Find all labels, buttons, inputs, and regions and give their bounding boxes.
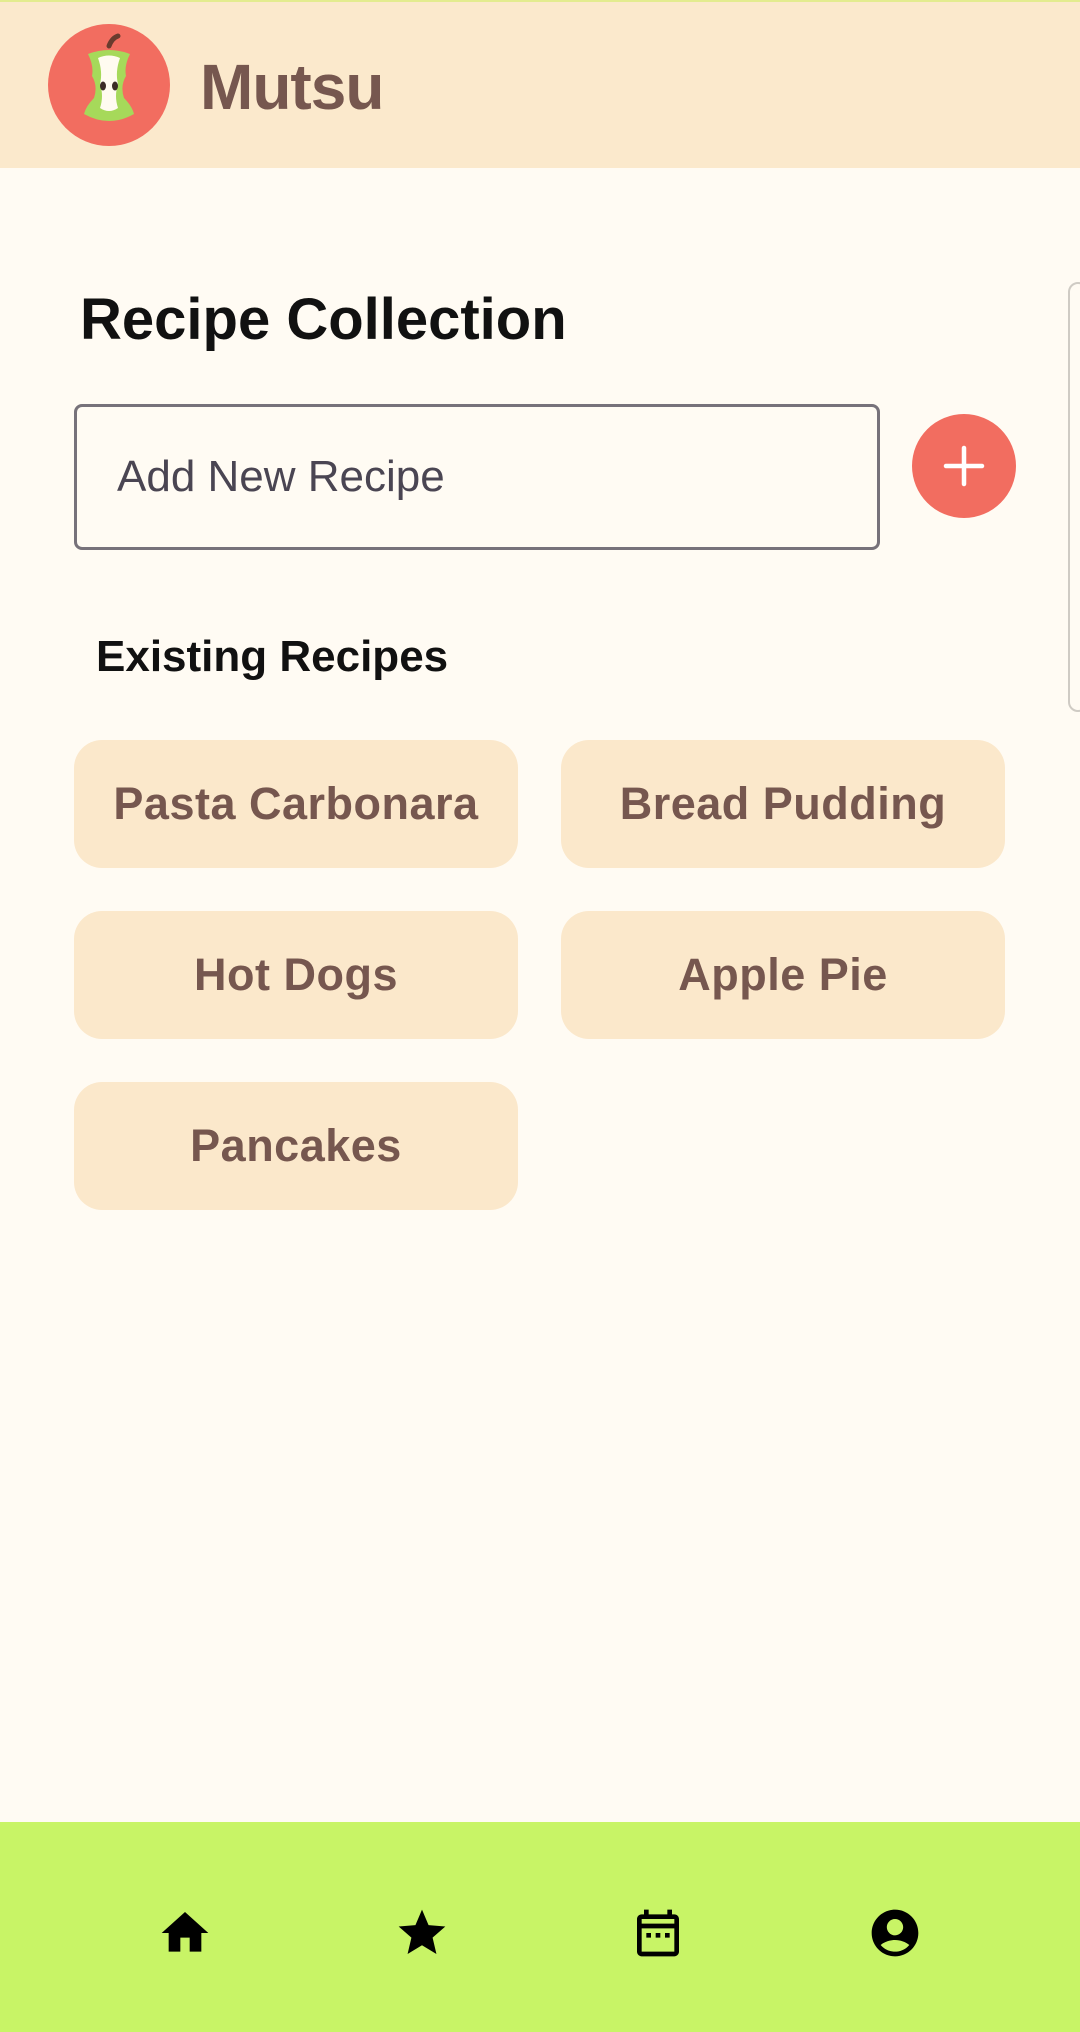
recipe-chip-label: Apple Pie	[678, 949, 888, 1000]
scroll-edge-indicator	[1068, 282, 1080, 712]
star-icon	[398, 1909, 446, 1954]
recipe-chip[interactable]: Bread Pudding	[561, 740, 1005, 868]
add-recipe-input[interactable]	[74, 404, 880, 550]
nav-calendar[interactable]	[540, 1822, 776, 2032]
bottom-navigation	[0, 1822, 1080, 2032]
recipe-chip-label: Hot Dogs	[194, 949, 398, 1000]
add-recipe-button[interactable]	[912, 414, 1016, 518]
calendar-icon	[637, 1909, 679, 1957]
apple-core-icon	[48, 24, 170, 146]
recipe-chip[interactable]: Pancakes	[74, 1082, 518, 1210]
recipe-chip[interactable]: Hot Dogs	[74, 911, 518, 1039]
recipe-chip-label: Bread Pudding	[619, 778, 947, 829]
nav-favorites[interactable]	[304, 1822, 540, 2032]
recipe-chip[interactable]: Pasta Carbonara	[74, 740, 518, 868]
section-title: Existing Recipes	[96, 632, 449, 681]
app-header: Mutsu	[0, 0, 1080, 168]
home-icon	[161, 1912, 209, 1952]
recipe-chip-label: Pasta Carbonara	[113, 778, 479, 829]
nav-home[interactable]	[67, 1822, 303, 2032]
app-title: Mutsu	[200, 51, 384, 123]
recipe-chip-label: Pancakes	[190, 1120, 402, 1171]
plus-icon	[943, 445, 985, 487]
account-icon	[871, 1909, 919, 1957]
recipe-chip[interactable]: Apple Pie	[561, 911, 1005, 1039]
nav-profile[interactable]	[777, 1822, 1013, 2032]
page-title: Recipe Collection	[80, 287, 567, 352]
